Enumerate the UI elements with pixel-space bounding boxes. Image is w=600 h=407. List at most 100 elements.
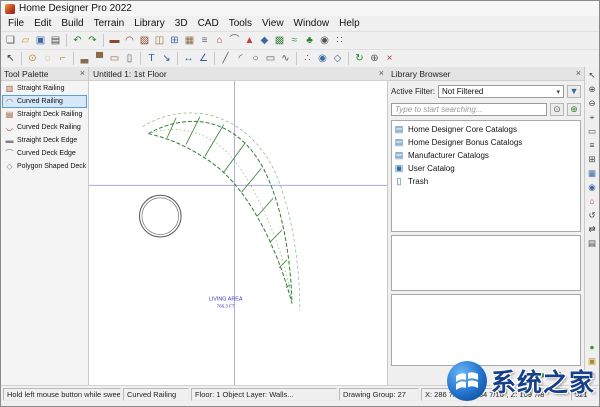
dimension[interactable]: ↔ [181,51,196,66]
side-fill-window[interactable]: ▭ [586,125,598,137]
menu-build[interactable]: Build [56,18,88,29]
side-camera[interactable]: ◉ [586,181,598,193]
cad-rect[interactable]: ▭ [263,51,278,66]
door[interactable]: ◫ [152,33,167,48]
refresh-display[interactable]: ↻ [352,51,367,66]
catalog-core[interactable]: ▤Home Designer Core Catalogs [394,123,578,136]
curved-railing-object[interactable] [148,117,292,304]
base-cabinet[interactable]: ▃ [77,51,92,66]
side-zoom-out[interactable]: ⊖ [586,97,598,109]
zoom-tool[interactable]: ⊕ [367,51,382,66]
tool-straight-deck-edge[interactable]: ▬Straight Deck Edge [2,134,87,147]
walkthrough[interactable]: ∷ [332,33,347,48]
print[interactable]: ▤ [48,33,63,48]
status-hint: Hold left mouse button while sweeping a … [3,388,121,401]
menu-3d[interactable]: 3D [170,18,193,29]
tool-curved-deck-railing[interactable]: ◡Curved Deck Railing [2,121,87,134]
text-tool[interactable]: T [144,51,159,66]
shelf[interactable]: ▭ [107,51,122,66]
side-layers[interactable]: ▤ [586,237,598,249]
side-color[interactable]: ▦ [586,167,598,179]
close-icon[interactable]: × [379,69,384,78]
tool-straight-deck-railing[interactable]: ▤Straight Deck Railing [2,108,87,121]
plant[interactable]: ♣ [302,33,317,48]
side-pan[interactable]: ⌖ [586,111,598,123]
tool-polygon-shaped-deck[interactable]: ◇Polygon Shaped Deck [2,160,87,173]
filter-dropdown[interactable]: Not Filtered ▾ [438,85,564,98]
menu-cad[interactable]: CAD [193,18,224,29]
library-search-input[interactable] [391,103,547,116]
terrain[interactable]: ≈ [287,33,302,48]
straight-deck[interactable]: ▨ [137,33,152,48]
electrical-switch[interactable]: ⌐ [55,51,70,66]
roof[interactable]: ⌂ [212,33,227,48]
open-plan[interactable]: ▱ [18,33,33,48]
side-undo-view[interactable]: ↺ [586,209,598,221]
delete-tool[interactable]: × [382,51,397,66]
save-plan[interactable]: ▣ [33,33,48,48]
side-grid[interactable]: ⊞ [586,153,598,165]
app-window: Home Designer Pro 2022 FileEditBuildTerr… [0,0,600,407]
circle-object[interactable] [139,195,181,237]
advanced-search-button[interactable]: ⊕ [567,103,581,116]
cad-line[interactable]: ╱ [218,51,233,66]
stairs[interactable]: ≡ [197,33,212,48]
menu-bar: FileEditBuildTerrainLibrary3DCADToolsVie… [1,16,599,31]
fireplace[interactable]: ▲ [242,33,257,48]
drawing-tab-title[interactable]: Untitled 1: 1st Floor [93,69,167,79]
tool-curved-railing[interactable]: ◠Curved Railing [2,95,87,108]
redo[interactable]: ↷ [85,33,100,48]
cad-spline[interactable]: ∿ [278,51,293,66]
side-zoom-in[interactable]: ⊕ [586,83,598,95]
angle-dimension[interactable]: ∠ [196,51,211,66]
wall-cabinet[interactable]: ▀ [92,51,107,66]
close-icon[interactable]: × [576,69,581,78]
walkthrough-path[interactable]: ∴ [300,51,315,66]
menu-terrain[interactable]: Terrain [89,18,130,29]
filter-button[interactable]: ▼ [567,85,581,98]
menu-help[interactable]: Help [334,18,365,29]
camera-view[interactable]: ◉ [315,51,330,66]
tool-straight-railing[interactable]: ▥Straight Railing [2,82,87,95]
terrain-icon: ≈ [292,36,298,46]
menu-window[interactable]: Window [289,18,335,29]
perspective-view[interactable]: ◇ [330,51,345,66]
straight-wall[interactable]: ▬ [107,33,122,48]
menu-view[interactable]: View [257,18,289,29]
window[interactable]: ⊞ [167,33,182,48]
catalog-user[interactable]: ▣User Catalog [394,162,578,175]
curved-wall[interactable]: ◠ [122,33,137,48]
drawing-canvas[interactable]: LIVING AREA 766.3 FT [89,81,388,385]
funnel-icon: ▼ [570,87,579,96]
redo-icon: ↷ [88,36,96,46]
cad-arc[interactable]: ◜ [233,51,248,66]
menu-edit[interactable]: Edit [29,18,56,29]
catalog-manufacturer[interactable]: ▤Manufacturer Catalogs [394,149,578,162]
library-object[interactable]: ◆ [257,33,272,48]
side-select[interactable]: ↖ [586,69,598,81]
ceiling[interactable]: ⌒ [227,33,242,48]
side-home[interactable]: ⌂ [586,195,598,207]
electrical-outlet[interactable]: ⊙ [25,51,40,66]
leader-line[interactable]: ↘ [159,51,174,66]
picture[interactable]: ▩ [272,33,287,48]
select-objects[interactable]: ↖ [3,51,18,66]
undo[interactable]: ↶ [70,33,85,48]
menu-file[interactable]: File [3,18,29,29]
side-ruler[interactable]: ≡ [586,139,598,151]
camera[interactable]: ◉ [317,33,332,48]
new-plan[interactable]: ❏ [3,33,18,48]
side-refresh[interactable]: ● [586,341,598,353]
cabinet[interactable]: ▦ [182,33,197,48]
menu-library[interactable]: Library [129,18,170,29]
side-swap-view[interactable]: ⇄ [586,223,598,235]
appliance[interactable]: ▯ [122,51,137,66]
menu-tools[interactable]: Tools [224,18,257,29]
catalog-trash[interactable]: ▯Trash [394,175,578,188]
light-fixture[interactable]: ◌ [40,51,55,66]
cad-circle[interactable]: ○ [248,51,263,66]
catalog-bonus[interactable]: ▤Home Designer Bonus Catalogs [394,136,578,149]
search-button[interactable]: ⊙ [550,103,564,116]
close-icon[interactable]: × [80,69,85,78]
tool-curved-deck-edge[interactable]: ⌒Curved Deck Edge [2,147,87,160]
